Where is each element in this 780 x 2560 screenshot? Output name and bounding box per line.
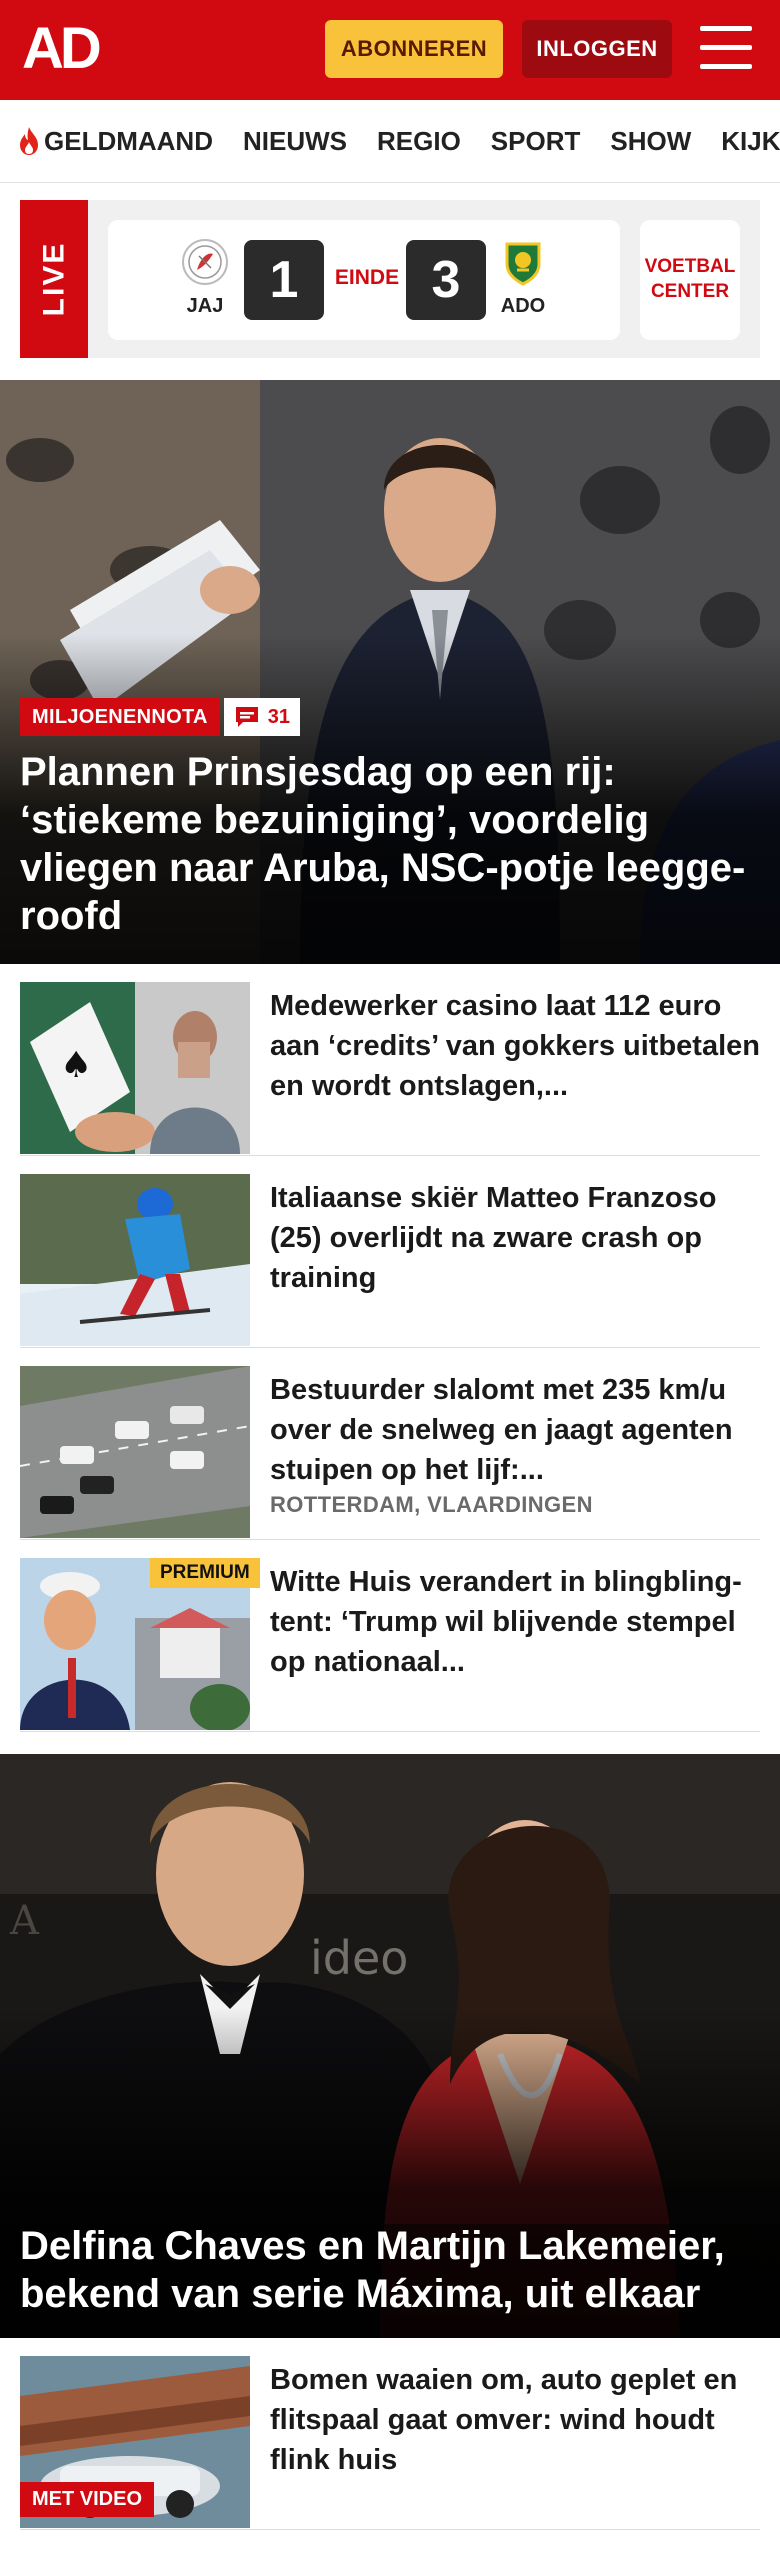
list-item[interactable]: MET VIDEO Bomen waaien om, auto geplet e… [20, 2338, 760, 2530]
top-bar: AD ABONNEREN INLOGGEN [0, 0, 780, 100]
flame-icon [20, 127, 38, 155]
comment-icon [235, 707, 258, 727]
article-title[interactable]: Witte Huis verandert in blingbling-tent:… [270, 1562, 760, 1682]
away-score: 3 [406, 240, 486, 320]
svg-text:♠: ♠ [60, 1045, 92, 1086]
hero-article[interactable]: MILJOENENNOTA 31 Plannen Prinsjesdag op … [0, 380, 780, 964]
video-badge: MET VIDEO [20, 2482, 155, 2517]
nav-label: GELDMAAND [44, 125, 213, 156]
main-nav: GELDMAAND NIEUWS REGIO SPORT SHOW KIJK [0, 100, 780, 182]
home-score: 1 [244, 240, 324, 320]
away-team-name: ADO [500, 295, 546, 317]
ad-logo[interactable]: AD [22, 16, 102, 81]
voetbal-center-button[interactable]: VOETBAL CENTER [640, 220, 740, 340]
ajax-crest-icon [182, 239, 228, 285]
article-location: ROTTERDAM, VLAARDINGEN [270, 1492, 593, 1517]
match-card[interactable]: JAJ 1 EINDE 3 ADO [108, 220, 620, 340]
article-title[interactable]: Bomen waaien om, auto geplet en flitspaa… [270, 2360, 760, 2480]
svg-text:ideo: ideo [310, 1931, 408, 1985]
article-list-2: MET VIDEO Bomen waaien om, auto geplet e… [20, 2338, 760, 2530]
nav-item-geldmaand[interactable]: GELDMAAND [18, 126, 213, 157]
nav-item-nieuws[interactable]: NIEUWS [243, 126, 347, 157]
svg-text:A: A [9, 1898, 40, 1944]
list-item[interactable]: PREMIUM Witte Huis verandert in blingbli… [20, 1540, 760, 1732]
nav-divider [0, 182, 780, 183]
away-team: ADO [488, 238, 558, 318]
live-score-widget: LIVE JAJ 1 EINDE 3 ADO VOETBAL CENTER [20, 200, 760, 358]
nav-item-kijk[interactable]: KIJK [721, 126, 780, 157]
list-item[interactable]: Italiaanse skiër Matteo Franzoso (25) ov… [20, 1156, 760, 1348]
comment-count[interactable]: 31 [223, 698, 301, 736]
match-status: EINDE [334, 266, 400, 289]
featured-article[interactable]: ideo A Delfina Chaves en Martijn Lakemei… [0, 1754, 780, 2338]
article-thumbnail [20, 1174, 250, 1346]
live-tag: LIVE [20, 200, 88, 358]
nav-item-regio[interactable]: REGIO [377, 126, 461, 157]
home-team: JAJ [170, 238, 240, 318]
home-team-name: JAJ [186, 295, 224, 317]
featured-title[interactable]: Delfina Chaves en Martijn Lakemeier, bek… [20, 2222, 760, 2318]
article-list: ♠ Medewerker casino laat 112 euro aan ‘c… [20, 964, 760, 1732]
logo-text: AD [22, 16, 102, 81]
category-tag[interactable]: MILJOENENNOTA [20, 698, 220, 736]
subscribe-button[interactable]: ABONNEREN [325, 20, 503, 78]
nav-item-show[interactable]: SHOW [610, 126, 691, 157]
ado-crest-icon [505, 242, 541, 286]
hero-tags: MILJOENENNOTA 31 [20, 698, 301, 736]
article-title[interactable]: Italiaanse skiër Matteo Franzoso (25) ov… [270, 1178, 760, 1298]
article-thumbnail: ♠ [20, 982, 250, 1154]
hero-title[interactable]: Plannen Prinsjesdag op een rij: ‘stiekem… [20, 748, 760, 940]
list-item[interactable]: Bestuurder slalomt met 235 km/u over de … [20, 1348, 760, 1540]
article-title[interactable]: Bestuurder slalomt met 235 km/u over de … [270, 1370, 760, 1490]
login-button[interactable]: INLOGGEN [522, 20, 672, 78]
nav-item-sport[interactable]: SPORT [491, 126, 581, 157]
article-thumbnail [20, 1366, 250, 1538]
article-title[interactable]: Medewerker casino laat 112 euro aan ‘cre… [270, 986, 760, 1106]
premium-badge: PREMIUM [150, 1558, 260, 1588]
list-item[interactable]: ♠ Medewerker casino laat 112 euro aan ‘c… [20, 964, 760, 1156]
menu-icon[interactable] [700, 26, 752, 72]
